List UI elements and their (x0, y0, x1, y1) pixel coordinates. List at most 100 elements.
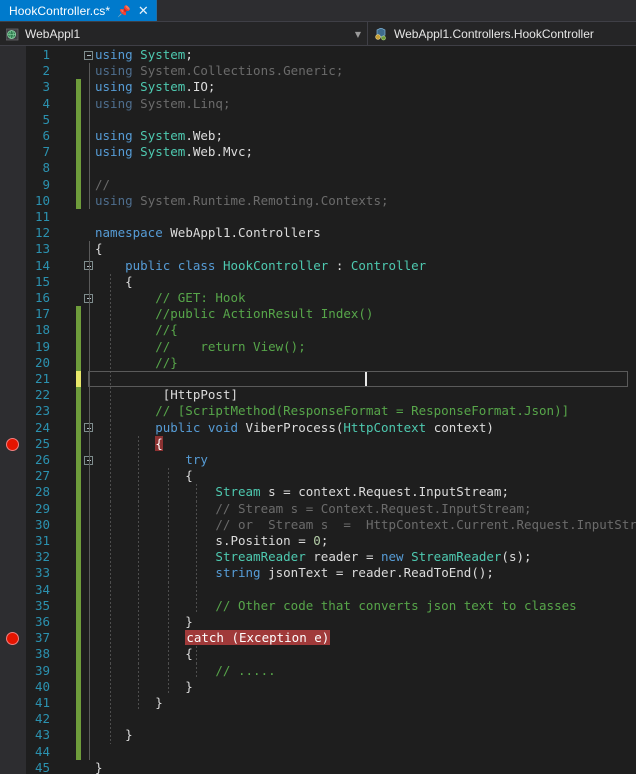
code-line[interactable]: 27 { (0, 468, 636, 485)
code-line[interactable]: 34 (0, 581, 636, 598)
line-number: 40 (34, 678, 50, 694)
code-line[interactable]: 1 using System; (0, 47, 636, 63)
member-name-label: WebAppl1.Controllers.HookController (394, 27, 594, 41)
line-number: 17 (34, 306, 50, 322)
code-line[interactable]: 43 } (0, 727, 636, 744)
code-text: // Other code that converts json text to… (95, 597, 577, 613)
code-text: using System.Web; (95, 128, 223, 143)
outlining-guide (89, 354, 90, 371)
code-line[interactable]: 2 using System.Collections.Generic; (0, 63, 636, 80)
outlining-guide (89, 144, 90, 161)
project-dropdown[interactable]: WebAppl1 ▼ (0, 22, 368, 46)
code-text: using System; (95, 47, 193, 62)
line-number: 35 (34, 597, 50, 613)
code-line[interactable]: 37 catch (Exception e) (0, 630, 636, 647)
code-line[interactable]: 5 (0, 111, 636, 128)
code-line[interactable]: 45} (0, 760, 636, 774)
outlining-guide (89, 646, 90, 663)
code-line[interactable]: 11 (0, 209, 636, 225)
line-number: 42 (34, 711, 50, 727)
line-number: 37 (34, 630, 50, 646)
outlining-guide (89, 435, 90, 452)
code-line[interactable]: 7 using System.Web.Mvc; (0, 144, 636, 161)
code-line[interactable]: 10 using System.Runtime.Remoting.Contexts… (0, 192, 636, 209)
project-name-label: WebAppl1 (25, 27, 81, 41)
change-bar-saved (76, 419, 81, 436)
change-bar-saved (76, 711, 81, 728)
change-bar-saved (76, 500, 81, 517)
collapse-toggle-icon[interactable] (84, 50, 93, 60)
code-line[interactable]: 33 string jsonText = reader.ReadToEnd(); (0, 565, 636, 582)
code-line[interactable]: 12 namespace WebAppl1.Controllers (0, 225, 636, 241)
code-line[interactable]: 32 StreamReader reader = new StreamReade… (0, 549, 636, 566)
code-line[interactable]: 35 // Other code that converts json text… (0, 597, 636, 614)
code-line[interactable]: 16 // GET: Hook (0, 290, 636, 307)
line-number: 38 (34, 646, 50, 662)
code-line[interactable]: 19 // return View(); (0, 338, 636, 355)
code-editor[interactable]: 1 using System; 2 using System.Collections.… (0, 46, 636, 774)
outlining-guide (89, 662, 90, 679)
code-line[interactable]: 38 { (0, 646, 636, 663)
code-line[interactable]: 40 } (0, 678, 636, 695)
member-dropdown[interactable]: WebAppl1.Controllers.HookController (368, 22, 636, 46)
code-line[interactable]: 20 //} (0, 354, 636, 371)
chevron-down-icon[interactable]: ▼ (355, 30, 361, 39)
code-line[interactable]: 39 // ..... (0, 662, 636, 679)
code-line[interactable]: 26 try (0, 452, 636, 469)
code-line[interactable]: 21 (0, 371, 636, 388)
line-number: 15 (34, 273, 50, 289)
outlining-guide (89, 678, 90, 695)
code-line[interactable]: 29 // Stream s = Context.Request.InputSt… (0, 500, 636, 517)
close-icon[interactable]: ✕ (138, 5, 149, 18)
code-line[interactable]: 24 public void ViberProcess(HttpContext … (0, 419, 636, 436)
code-line[interactable]: 17 //public ActionResult Index() (0, 306, 636, 323)
code-text: StreamReader reader = new StreamReader(s… (215, 549, 532, 565)
outlining-guide (196, 581, 197, 598)
tab-hookcontroller-cs[interactable]: HookController.cs* 📌 ✕ (0, 0, 157, 22)
change-bar-saved (76, 516, 81, 533)
code-line[interactable]: 25 { (0, 435, 636, 452)
code-line[interactable]: 9 // (0, 176, 636, 193)
change-bar-saved (76, 533, 81, 550)
code-line[interactable]: 23 // [ScriptMethod(ResponseFormat = Res… (0, 403, 636, 420)
code-line[interactable]: 44 (0, 743, 636, 760)
outlining-guide (89, 597, 90, 614)
code-text: { (95, 468, 193, 484)
line-number: 3 (42, 79, 50, 95)
code-line[interactable]: 41 } (0, 695, 636, 712)
code-text: public void ViberProcess(HttpContext con… (155, 419, 494, 435)
code-line[interactable]: 30 // or Stream s = HttpContext.Current.… (0, 516, 636, 533)
code-line[interactable]: 31 s.Position = 0; (0, 533, 636, 550)
code-line[interactable]: 6 using System.Web; (0, 128, 636, 145)
code-line[interactable]: 15 { (0, 273, 636, 290)
code-text: public class HookController : Controller (125, 257, 427, 273)
code-line[interactable]: 8 (0, 160, 636, 177)
line-number: 11 (34, 209, 50, 224)
outlining-guide (89, 371, 90, 388)
code-line[interactable]: 14 public class HookController : Control… (0, 257, 636, 274)
code-surface[interactable]: 1 using System; 2 using System.Collections.… (0, 46, 636, 774)
code-line[interactable]: 18 //{ (0, 322, 636, 339)
code-text: { (95, 435, 636, 452)
change-bar-saved (76, 727, 81, 744)
code-line[interactable]: 4 using System.Linq; (0, 95, 636, 112)
code-text: namespace WebAppl1.Controllers (95, 225, 321, 241)
line-number: 45 (34, 759, 50, 774)
code-line[interactable]: 36 } (0, 614, 636, 631)
code-line[interactable]: 13 { (0, 241, 636, 258)
line-number: 19 (34, 338, 50, 354)
pin-icon[interactable]: 📌 (117, 6, 131, 17)
outlining-guide (89, 695, 90, 712)
code-line[interactable]: 22 [HttpPost] (0, 387, 636, 404)
outlining-guide (89, 387, 90, 404)
change-bar-saved (76, 549, 81, 566)
code-line[interactable]: 3 using System.IO; (0, 79, 636, 96)
code-text: //public ActionResult Index() (95, 306, 374, 322)
line-number: 12 (34, 225, 50, 241)
outlining-guide (89, 468, 90, 485)
code-line[interactable]: 42 (0, 711, 636, 728)
code-line[interactable]: 28 Stream s = context.Request.InputStrea… (0, 484, 636, 501)
change-bar-saved (76, 484, 81, 501)
class-member-icon (374, 27, 388, 41)
code-text: } (95, 678, 193, 694)
